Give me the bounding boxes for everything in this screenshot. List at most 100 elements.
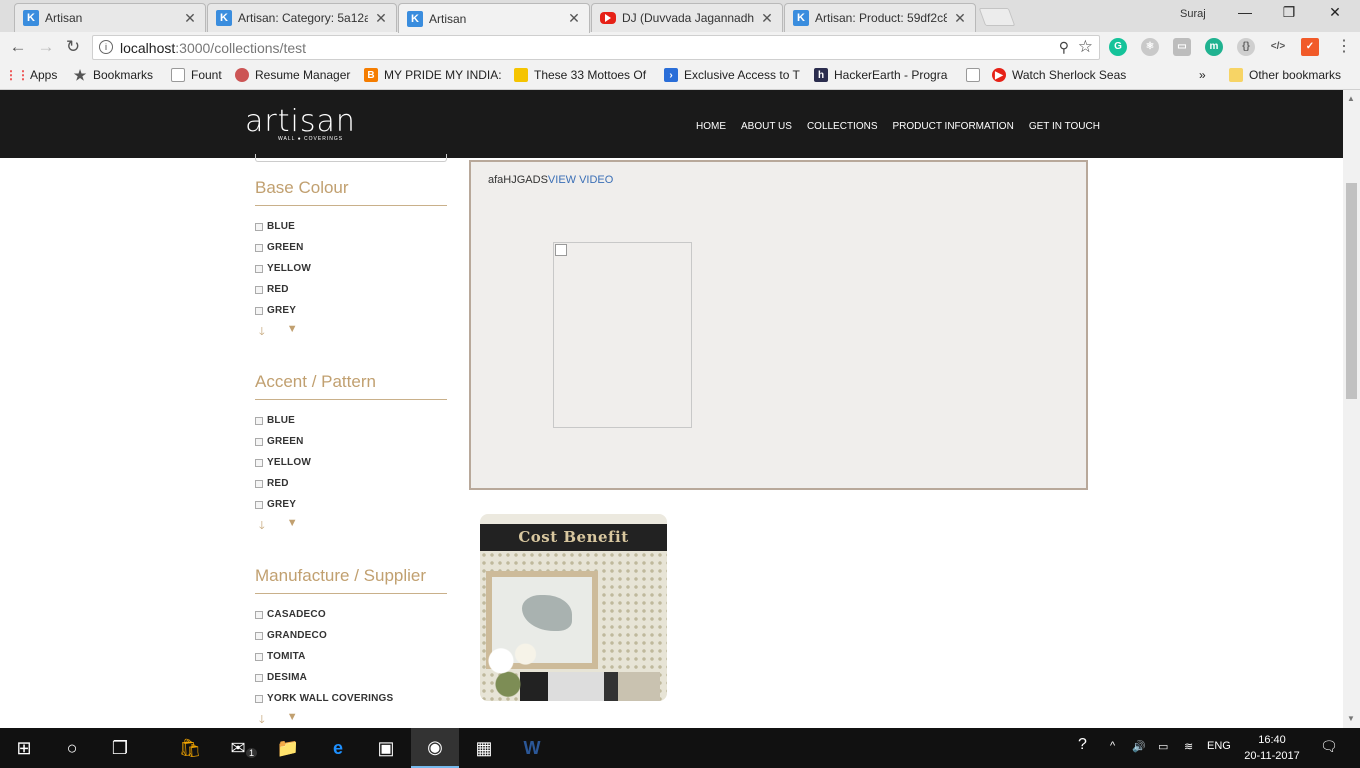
bookmark-exclusive-access[interactable]: › Exclusive Access to T <box>664 68 800 82</box>
restore-icon[interactable]: ❐ <box>1274 4 1304 21</box>
nav-product-information[interactable]: PRODUCT INFORMATION <box>893 121 1014 132</box>
filter-option[interactable]: YELLOW <box>255 258 447 279</box>
word-icon[interactable]: W <box>508 728 556 768</box>
filter-option[interactable]: DESIMA <box>255 667 447 688</box>
search-icon[interactable]: ⚲ <box>1059 39 1069 56</box>
filter-option[interactable]: RED <box>255 279 447 300</box>
filter-option[interactable]: GREY <box>255 494 447 515</box>
bookmark-other[interactable]: Other bookmarks <box>1229 68 1341 82</box>
cast-icon[interactable]: ▭ <box>1173 38 1191 56</box>
checkbox[interactable] <box>255 306 263 315</box>
filter-option[interactable]: GREEN <box>255 237 447 258</box>
scroll-down-icon[interactable]: ▼ <box>1347 714 1355 723</box>
filter-option[interactable]: GRANDECO <box>255 625 447 646</box>
code-icon[interactable]: </> <box>1269 38 1287 56</box>
file-explorer-icon[interactable]: 📁 <box>264 728 312 768</box>
bookmark-page[interactable] <box>966 68 986 82</box>
bookmark-resume-manager[interactable]: Resume Manager <box>235 68 350 82</box>
bookmark-my-pride[interactable]: B MY PRIDE MY INDIA: <box>364 68 502 82</box>
filter-icon[interactable]: ▼ <box>287 711 298 728</box>
tab-artisan-product[interactable]: K Artisan: Product: 59df2c8 ✕ <box>784 3 976 32</box>
filter-option[interactable]: GREEN <box>255 431 447 452</box>
close-icon[interactable]: ✕ <box>760 10 774 27</box>
nav-about-us[interactable]: ABOUT US <box>741 121 792 132</box>
language-indicator[interactable]: ENG <box>1207 740 1231 752</box>
terminal-icon[interactable]: ▣ <box>362 728 410 768</box>
checkbox[interactable] <box>255 694 263 703</box>
nav-collections[interactable]: COLLECTIONS <box>807 121 878 132</box>
filter-option[interactable]: BLUE <box>255 216 447 237</box>
chevron-up-icon[interactable]: ^ <box>1110 740 1115 752</box>
page-scrollbar[interactable]: ▲ ▼ <box>1343 90 1360 728</box>
checkbox[interactable] <box>255 652 263 661</box>
arrow-down-icon[interactable]: 🡓 <box>259 517 265 536</box>
bookmark-apps[interactable]: ⋮⋮ Apps <box>5 68 57 82</box>
react-devtools-icon[interactable]: ⚛ <box>1141 38 1159 56</box>
new-tab-button[interactable] <box>978 8 1016 26</box>
checkbox[interactable] <box>255 479 263 488</box>
product-card[interactable]: Cost Benefit <box>480 514 667 701</box>
bookmark-fount[interactable]: Fount <box>171 68 222 82</box>
json-viewer-icon[interactable]: {} <box>1237 38 1255 56</box>
checkbox[interactable] <box>255 416 263 425</box>
mail-icon[interactable]: ✉ 1 <box>214 728 262 768</box>
close-icon[interactable]: ✕ <box>953 10 967 27</box>
star-icon[interactable]: ☆ <box>1078 37 1093 57</box>
arrow-down-icon[interactable]: 🡓 <box>259 323 265 342</box>
window-close-icon[interactable]: ✕ <box>1320 4 1350 21</box>
tab-artisan-1[interactable]: K Artisan ✕ <box>14 3 206 32</box>
wifi-icon[interactable]: ≋ <box>1184 740 1193 753</box>
checkbox[interactable] <box>255 610 263 619</box>
scroll-up-icon[interactable]: ▲ <box>1347 94 1355 103</box>
filter-option[interactable]: RED <box>255 473 447 494</box>
bookmark-33-mottoes[interactable]: These 33 Mottoes Of <box>514 68 646 82</box>
checkbox[interactable] <box>255 243 263 252</box>
url-text[interactable]: localhost:3000/collections/test <box>120 40 306 56</box>
nav-get-in-touch[interactable]: GET IN TOUCH <box>1029 121 1100 132</box>
filter-icon[interactable]: ▼ <box>287 323 298 342</box>
checkbox[interactable] <box>255 222 263 231</box>
system-clock[interactable]: 16:40 20-11-2017 <box>1240 732 1304 764</box>
help-icon[interactable]: ? <box>1078 736 1087 754</box>
edge-icon[interactable]: e <box>314 728 362 768</box>
close-icon[interactable]: ✕ <box>183 10 197 27</box>
task-view-icon[interactable]: ❐ <box>96 728 144 768</box>
filter-option[interactable]: YORK WALL COVERINGS <box>255 688 447 709</box>
battery-icon[interactable]: ▭ <box>1158 740 1168 753</box>
virtualbox-icon[interactable]: ▦ <box>460 728 508 768</box>
address-bar[interactable]: i localhost:3000/collections/test ⚲ ☆ <box>92 35 1100 60</box>
volume-icon[interactable]: 🔊 <box>1132 740 1146 753</box>
tab-artisan-active[interactable]: K Artisan ✕ <box>398 3 590 33</box>
checkbox[interactable] <box>255 673 263 682</box>
filter-option[interactable]: YELLOW <box>255 452 447 473</box>
filter-option[interactable]: BLUE <box>255 410 447 431</box>
scroll-thumb[interactable] <box>1346 183 1357 399</box>
checkbox[interactable] <box>255 285 263 294</box>
back-icon[interactable]: ← <box>8 37 28 57</box>
checkbox[interactable] <box>255 458 263 467</box>
grammarly-icon[interactable]: G <box>1109 38 1127 56</box>
filter-option[interactable]: CASADECO <box>255 604 447 625</box>
cortana-icon[interactable]: ○ <box>48 728 96 768</box>
checkbox[interactable] <box>255 500 263 509</box>
minimize-icon[interactable]: — <box>1230 4 1260 20</box>
store-icon[interactable]: 🛍 <box>166 728 214 768</box>
info-icon[interactable]: i <box>99 40 113 54</box>
mercury-icon[interactable]: m <box>1205 38 1223 56</box>
filter-option[interactable]: TOMITA <box>255 646 447 667</box>
nav-home[interactable]: HOME <box>696 121 726 132</box>
close-icon[interactable]: ✕ <box>374 10 388 27</box>
bookmark-sherlock[interactable]: ▶ Watch Sherlock Seas <box>992 68 1126 82</box>
video-embed[interactable] <box>553 242 692 428</box>
site-logo[interactable]: artisan <box>245 104 356 139</box>
bookmarks-overflow[interactable]: » <box>1199 68 1206 82</box>
bookmark-bookmarks[interactable]: ★ Bookmarks <box>73 67 153 83</box>
filter-icon[interactable]: ▼ <box>287 517 298 536</box>
sidebar-search-box[interactable] <box>255 154 447 162</box>
tab-youtube-dj[interactable]: DJ (Duvvada Jagannadha ✕ <box>591 3 783 32</box>
checkbox[interactable] <box>255 437 263 446</box>
chrome-menu-icon[interactable]: ⋮ <box>1336 36 1352 56</box>
profile-name[interactable]: Suraj <box>1180 8 1206 20</box>
close-icon[interactable]: ✕ <box>567 10 581 27</box>
todoist-icon[interactable]: ✓ <box>1301 38 1319 56</box>
